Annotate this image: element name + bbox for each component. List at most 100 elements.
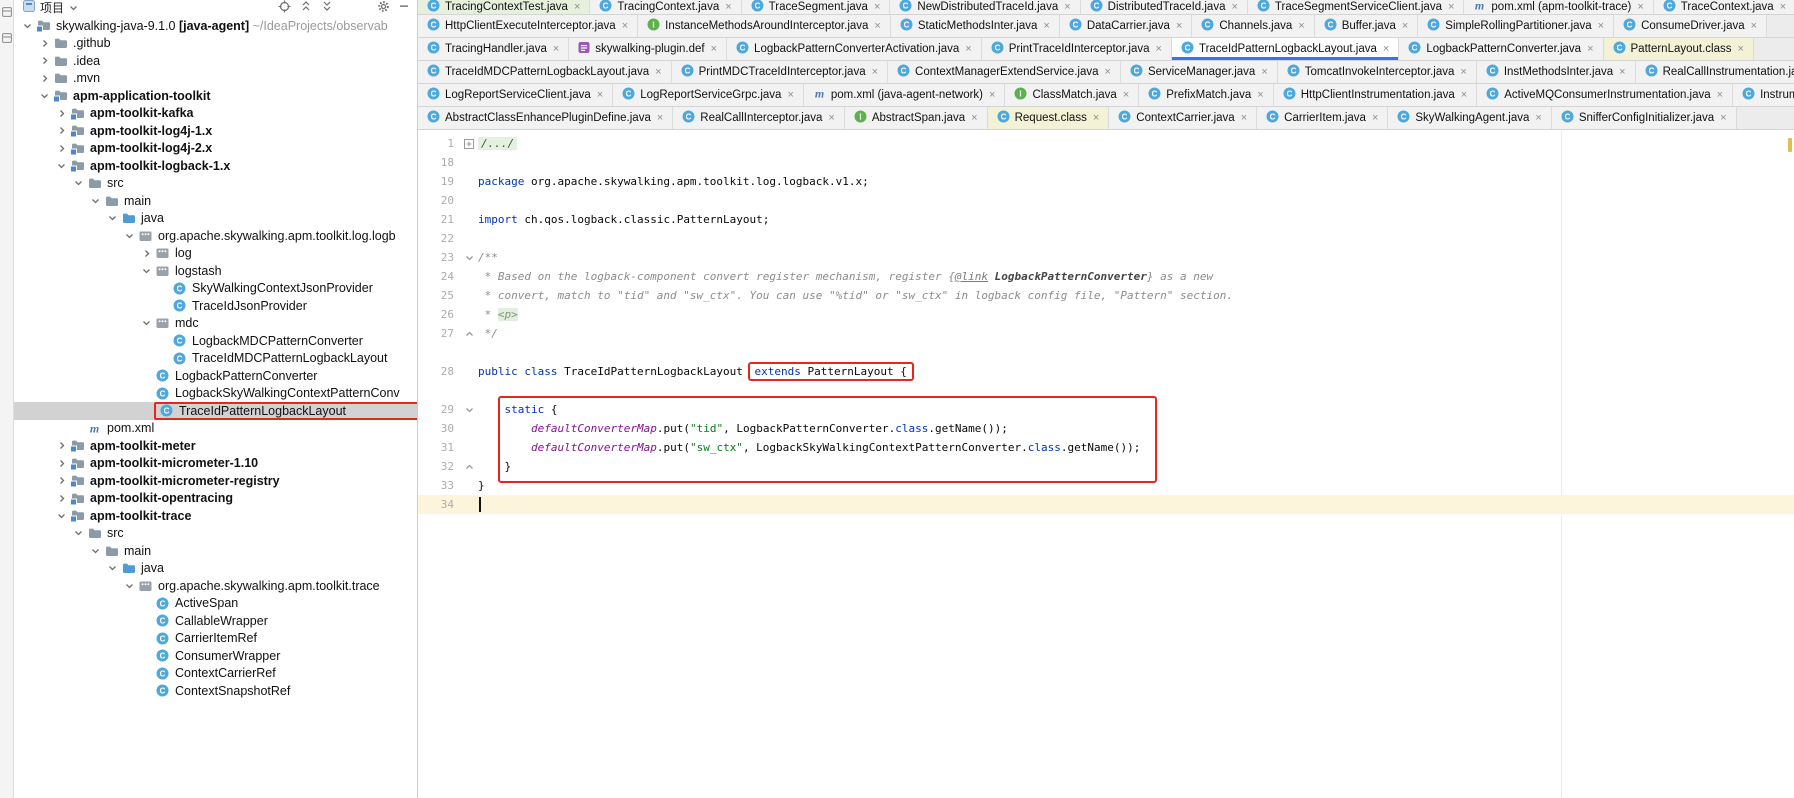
tree-item[interactable]: apm-toolkit-trace	[14, 507, 417, 525]
close-icon[interactable]: ×	[622, 20, 628, 32]
tree-item[interactable]: CLogbackPatternConverter	[14, 367, 417, 385]
settings-icon[interactable]	[377, 0, 390, 16]
chevron-right-icon[interactable]	[54, 494, 69, 503]
close-icon[interactable]: ×	[1717, 89, 1723, 101]
close-icon[interactable]: ×	[1460, 66, 1466, 78]
close-icon[interactable]: ×	[787, 89, 793, 101]
tree-item[interactable]: apm-toolkit-logback-1.x	[14, 157, 417, 175]
code-editor[interactable]: 1/.../1819package org.apache.skywalking.…	[418, 130, 1794, 798]
close-icon[interactable]: ×	[1261, 66, 1267, 78]
editor-tab[interactable]: CBuffer.java×	[1315, 15, 1419, 37]
close-icon[interactable]: ×	[1637, 1, 1643, 13]
close-icon[interactable]: ×	[965, 43, 971, 55]
code-line[interactable]: 29 static {	[418, 400, 1794, 419]
chevron-right-icon[interactable]	[37, 39, 52, 48]
tree-item[interactable]: java	[14, 560, 417, 578]
close-icon[interactable]: ×	[989, 89, 995, 101]
editor-tab[interactable]: CLogbackPatternConverter.java×	[1399, 38, 1603, 60]
close-icon[interactable]: ×	[1751, 20, 1757, 32]
editor-tab[interactable]: skywalking-plugin.def×	[569, 38, 727, 60]
tree-item[interactable]: org.apache.skywalking.apm.toolkit.trace	[14, 577, 417, 595]
editor-tab[interactable]: CTraceSegment.java×	[742, 0, 891, 14]
tree-item[interactable]: apm-toolkit-log4j-1.x	[14, 122, 417, 140]
chevron-down-icon[interactable]	[122, 582, 137, 590]
chevron-right-icon[interactable]	[54, 476, 69, 485]
close-icon[interactable]: ×	[1598, 20, 1604, 32]
editor-tab[interactable]: mpom.xml (apm-toolkit-trace)×	[1464, 0, 1653, 14]
close-icon[interactable]: ×	[1402, 20, 1408, 32]
tree-item[interactable]: CContextSnapshotRef	[14, 682, 417, 700]
tree-item[interactable]: logstash	[14, 262, 417, 280]
collapse-all-icon[interactable]	[321, 0, 333, 15]
close-icon[interactable]: ×	[828, 112, 834, 124]
editor-tab[interactable]: CHttpClientExecuteInterceptor.java×	[418, 15, 638, 37]
tree-item[interactable]: main	[14, 542, 417, 560]
editor-tab[interactable]: CRealCallInterceptor.java×	[673, 107, 845, 129]
tree-item[interactable]: apm-toolkit-meter	[14, 437, 417, 455]
tree-item[interactable]: skywalking-java-9.1.0 [java-agent] ~/Ide…	[14, 17, 417, 35]
editor-tab[interactable]: CChannels.java×	[1192, 15, 1314, 37]
close-icon[interactable]: ×	[1461, 89, 1467, 101]
tree-item[interactable]: CCallableWrapper	[14, 612, 417, 630]
tree-item[interactable]: .idea	[14, 52, 417, 70]
code-line[interactable]: 32 }	[418, 457, 1794, 476]
editor-tab[interactable]: CRequest.class×	[988, 107, 1110, 129]
chevron-right-icon[interactable]	[54, 109, 69, 118]
tree-item[interactable]: src	[14, 175, 417, 193]
close-icon[interactable]: ×	[1257, 89, 1263, 101]
editor-tab[interactable]: CNewDistributedTraceId.java×	[890, 0, 1080, 14]
editor-tab[interactable]: CRealCallInstrumentation.java×	[1636, 61, 1794, 83]
close-icon[interactable]: ×	[1372, 112, 1378, 124]
target-icon[interactable]	[278, 0, 291, 16]
close-icon[interactable]: ×	[657, 112, 663, 124]
fold-icon[interactable]	[460, 139, 478, 149]
editor-tab[interactable]: IInstanceMethodsAroundInterceptor.java×	[638, 15, 891, 37]
editor-tab-active[interactable]: CTraceIdPatternLogbackLayout.java×	[1172, 38, 1399, 60]
tree-item[interactable]: apm-toolkit-micrometer-1.10	[14, 455, 417, 473]
chevron-right-icon[interactable]	[54, 441, 69, 450]
editor-tab[interactable]: CSimpleRollingPartitioner.java×	[1418, 15, 1614, 37]
code-line[interactable]: 33}	[418, 476, 1794, 495]
tree-item[interactable]: CLogbackMDCPatternConverter	[14, 332, 417, 350]
editor-tab[interactable]: CContextCarrier.java×	[1109, 107, 1257, 129]
tree-item[interactable]: java	[14, 210, 417, 228]
fold-icon[interactable]	[460, 254, 478, 262]
editor-tab[interactable]: CTraceSegmentServiceClient.java×	[1248, 0, 1464, 14]
tree-item[interactable]: apm-toolkit-log4j-2.x	[14, 140, 417, 158]
code-line[interactable]: 31 defaultConverterMap.put("sw_ctx", Log…	[418, 438, 1794, 457]
chevron-down-icon[interactable]	[69, 1, 78, 15]
close-icon[interactable]: ×	[971, 112, 977, 124]
tree-item[interactable]: CContextCarrierRef	[14, 665, 417, 683]
fold-icon[interactable]	[460, 463, 478, 471]
code-line[interactable]: 34	[418, 495, 1794, 514]
editor-tab[interactable]: CPrintTraceIdInterceptor.java×	[982, 38, 1172, 60]
chevron-down-icon[interactable]	[20, 22, 35, 30]
close-icon[interactable]: ×	[1043, 20, 1049, 32]
close-icon[interactable]: ×	[1123, 89, 1129, 101]
tree-item[interactable]: mpom.xml	[14, 420, 417, 438]
editor-tab[interactable]: CTraceContext.java×	[1654, 0, 1794, 14]
code-line[interactable]: 30 defaultConverterMap.put("tid", Logbac…	[418, 419, 1794, 438]
tree-item[interactable]: CActiveSpan	[14, 595, 417, 613]
editor-tab[interactable]: CPrintMDCTraceIdInterceptor.java×	[672, 61, 888, 83]
tree-item[interactable]: apm-toolkit-kafka	[14, 105, 417, 123]
chevron-down-icon[interactable]	[54, 512, 69, 520]
tree-item[interactable]: apm-toolkit-micrometer-registry	[14, 472, 417, 490]
hide-icon[interactable]	[399, 0, 409, 15]
close-icon[interactable]: ×	[1093, 112, 1099, 124]
editor-tab[interactable]: CDistributedTraceId.java×	[1081, 0, 1248, 14]
close-icon[interactable]: ×	[1738, 43, 1744, 55]
chevron-right-icon[interactable]	[37, 56, 52, 65]
code-line[interactable]: 23/**	[418, 248, 1794, 267]
close-icon[interactable]: ×	[1383, 43, 1389, 55]
close-icon[interactable]: ×	[1156, 43, 1162, 55]
editor-tab[interactable]: CTracingContext.java×	[590, 0, 741, 14]
editor-tab[interactable]: CLogReportServiceGrpc.java×	[613, 84, 804, 106]
editor-tab[interactable]: CInstrumentation.java×	[1733, 84, 1794, 106]
editor-tab[interactable]: CStaticMethodsInter.java×	[891, 15, 1060, 37]
code-line[interactable]: 25 * convert, match to "tid" and "sw_ctx…	[418, 286, 1794, 305]
tree-item[interactable]: main	[14, 192, 417, 210]
editor-tab[interactable]: CSkyWalkingAgent.java×	[1388, 107, 1551, 129]
fold-icon[interactable]	[460, 330, 478, 338]
close-icon[interactable]: ×	[1105, 66, 1111, 78]
